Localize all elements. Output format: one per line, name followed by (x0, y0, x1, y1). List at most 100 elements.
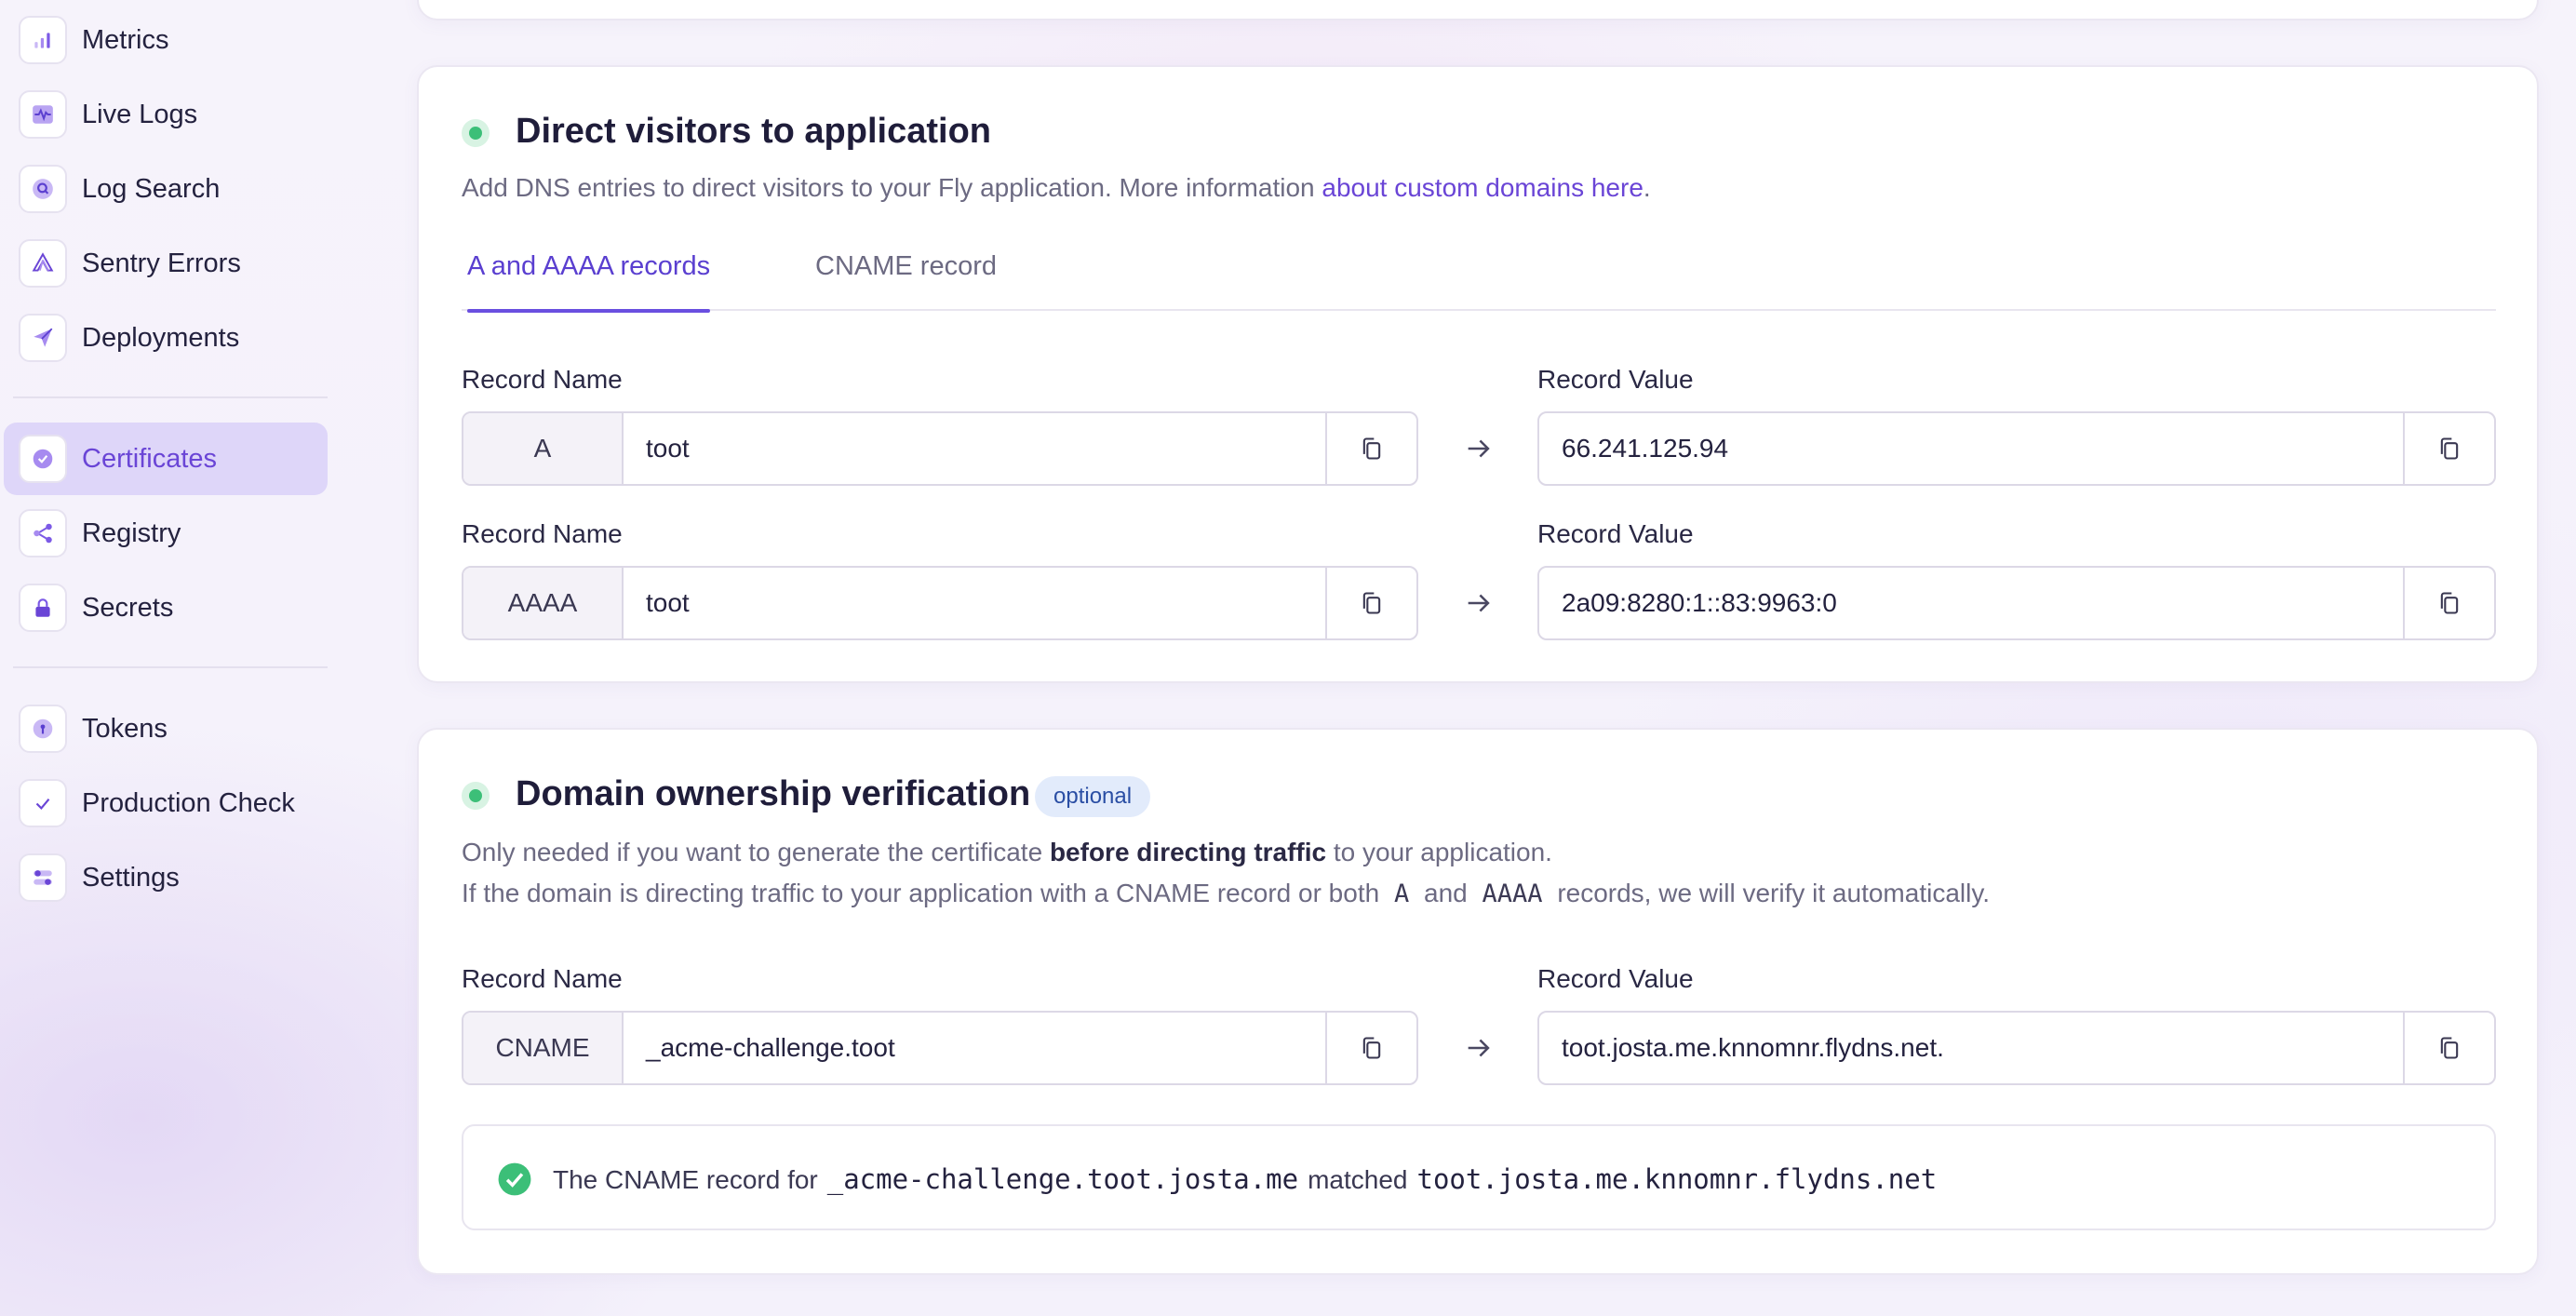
copy-icon (2440, 437, 2459, 460)
record-name-field: A toot (462, 411, 1418, 486)
record-name-field: CNAME _acme-challenge.toot (462, 1011, 1418, 1085)
record-value[interactable]: 2a09:8280:1::83:9963:0 (1539, 568, 2403, 638)
record-name-value[interactable]: toot (624, 413, 1325, 484)
sidebar-item-secrets[interactable]: Secrets (4, 571, 328, 644)
card-description: If the domain is directing traffic to yo… (462, 879, 1990, 908)
desc-text: to your application. (1326, 838, 1552, 866)
sidebar-item-label: Secrets (82, 592, 174, 623)
record-type: AAAA (463, 568, 624, 638)
copy-button[interactable] (1325, 413, 1416, 484)
copy-icon (1362, 592, 1381, 614)
direct-visitors-card: Direct visitors to application Add DNS e… (417, 65, 2539, 683)
sidebar-item-metrics[interactable]: Metrics (4, 4, 328, 76)
badge-check-icon (19, 435, 67, 483)
custom-domains-link[interactable]: about custom domains here (1322, 173, 1644, 202)
arrow-right-icon (1468, 594, 1490, 612)
record-value-label: Record Value (1537, 519, 1694, 548)
sidebar-item-label: Production Check (82, 787, 295, 818)
sidebar-item-label: Certificates (82, 443, 218, 474)
toggles-icon (19, 853, 67, 902)
sentry-icon (19, 239, 67, 288)
domain-ownership-card: Domain ownership verification optional O… (417, 728, 2539, 1275)
sidebar-item-production-check[interactable]: Production Check (4, 767, 328, 839)
sidebar-item-label: Settings (82, 862, 180, 893)
sidebar-item-log-search[interactable]: Log Search (4, 153, 328, 225)
record-value-label: Record Value (1537, 964, 1694, 993)
sidebar-item-registry[interactable]: Registry (4, 497, 328, 570)
lock-icon (19, 584, 67, 632)
desc-text: and (1424, 879, 1468, 907)
sidebar-item-label: Sentry Errors (82, 248, 241, 278)
desc-bold: before directing traffic (1049, 838, 1327, 866)
sidebar-item-label: Log Search (82, 173, 221, 204)
optional-badge: optional (1035, 776, 1151, 817)
sidebar: Metrics Live Logs Log Search Sentry Erro… (0, 0, 335, 1316)
sidebar-item-certificates[interactable]: Certificates (4, 423, 328, 495)
record-type: A (463, 413, 624, 484)
tab-a-aaaa-records[interactable]: A and AAAA records (467, 244, 711, 313)
copy-button[interactable] (1325, 1013, 1416, 1083)
status-dot (462, 782, 490, 810)
record-value[interactable]: toot.josta.me.knnomnr.flydns.net. (1539, 1013, 2403, 1083)
arrow-right-icon (1468, 1039, 1490, 1057)
sidebar-item-live-logs[interactable]: Live Logs (4, 78, 328, 151)
sidebar-item-tokens[interactable]: Tokens (4, 692, 328, 765)
sidebar-divider (13, 396, 328, 398)
copy-button[interactable] (2403, 568, 2494, 638)
status-dot (462, 119, 490, 147)
record-value-field: 2a09:8280:1::83:9963:0 (1537, 566, 2496, 640)
match-source: _acme-challenge.toot.josta.me (826, 1163, 1299, 1195)
copy-button[interactable] (1325, 568, 1416, 638)
verification-status: The CNAME record for _acme-challenge.toot… (462, 1124, 2496, 1230)
copy-button[interactable] (2403, 1013, 2494, 1083)
arrow-right-icon (1468, 439, 1490, 458)
search-icon (19, 165, 67, 213)
check-circle-icon (498, 1162, 531, 1196)
sidebar-item-settings[interactable]: Settings (4, 841, 328, 914)
verification-message: The CNAME record for _acme-challenge.toot… (553, 1163, 1946, 1195)
record-name-field: AAAA toot (462, 566, 1418, 640)
card-title: Domain ownership verification (516, 774, 1031, 813)
copy-icon (1362, 437, 1381, 460)
sidebar-item-label: Live Logs (82, 99, 198, 129)
check-icon (19, 779, 67, 827)
bar-chart-icon (19, 16, 67, 64)
record-name-value[interactable]: _acme-challenge.toot (624, 1013, 1325, 1083)
match-target: toot.josta.me.knnomnr.flydns.net (1416, 1163, 1938, 1195)
code-aaaa: AAAA (1482, 880, 1543, 908)
sidebar-item-deployments[interactable]: Deployments (4, 302, 328, 374)
card-description: Only needed if you want to generate the … (462, 838, 1552, 867)
previous-card (417, 0, 2539, 20)
token-icon (19, 705, 67, 753)
record-name-label: Record Name (462, 964, 623, 993)
record-name-label: Record Name (462, 519, 623, 548)
match-text: The CNAME record for (553, 1165, 818, 1194)
desc-text: Add DNS entries to direct visitors to yo… (462, 173, 1322, 202)
sidebar-item-sentry-errors[interactable]: Sentry Errors (4, 227, 328, 300)
record-value-field: 66.241.125.94 (1537, 411, 2496, 486)
card-title: Direct visitors to application (516, 112, 991, 151)
sidebar-item-label: Deployments (82, 322, 240, 353)
sidebar-item-label: Tokens (82, 713, 168, 744)
record-tabs: A and AAAA records CNAME record (462, 244, 2496, 313)
copy-button[interactable] (2403, 413, 2494, 484)
record-value-label: Record Value (1537, 365, 1694, 394)
copy-icon (2440, 592, 2459, 614)
desc-text: Only needed if you want to generate the … (462, 838, 1050, 866)
record-value-field: toot.josta.me.knnomnr.flydns.net. (1537, 1011, 2496, 1085)
copy-icon (2440, 1037, 2459, 1059)
code-a: A (1393, 880, 1410, 908)
desc-text: If the domain is directing traffic to yo… (462, 879, 1380, 907)
paper-plane-icon (19, 314, 67, 362)
tab-cname-record[interactable]: CNAME record (815, 244, 997, 311)
record-type: CNAME (463, 1013, 624, 1083)
match-text: matched (1308, 1165, 1408, 1194)
card-description: Add DNS entries to direct visitors to yo… (462, 173, 1651, 203)
desc-text: . (1643, 173, 1651, 202)
record-name-value[interactable]: toot (624, 568, 1325, 638)
copy-icon (1362, 1037, 1381, 1059)
desc-text: records, we will verify it automatically… (1557, 879, 1991, 907)
sidebar-divider (13, 666, 328, 668)
pulse-icon (19, 90, 67, 139)
record-value[interactable]: 66.241.125.94 (1539, 413, 2403, 484)
